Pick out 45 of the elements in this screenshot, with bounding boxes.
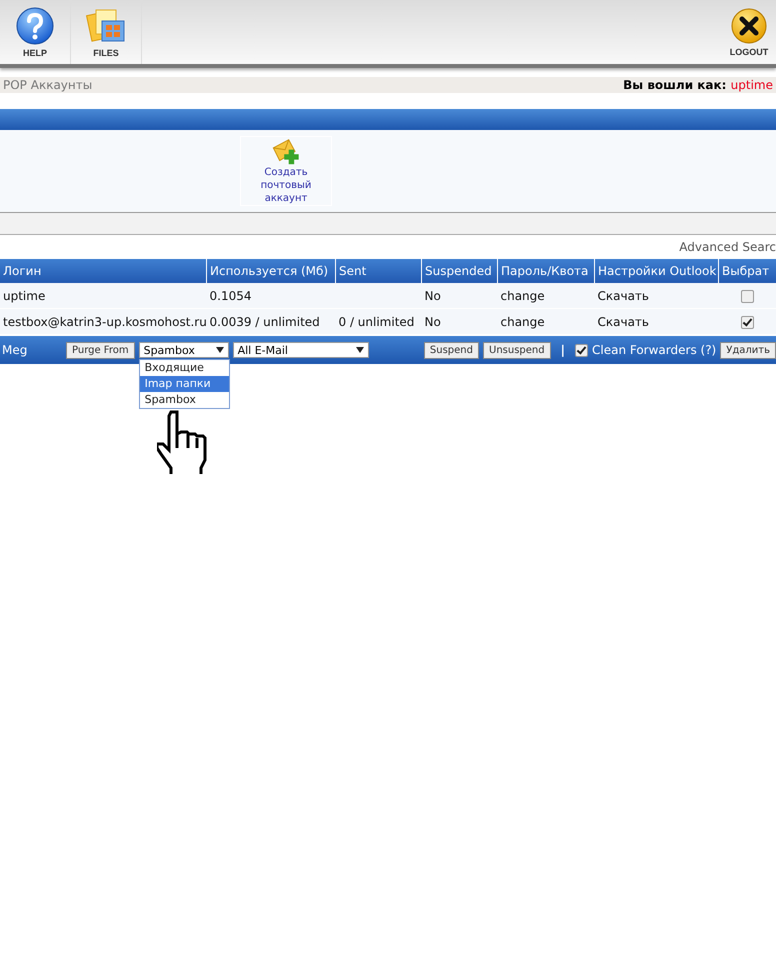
caret-icon: [356, 347, 364, 353]
column-header: Логин: [0, 259, 206, 283]
table-cell: 0.0039 / unlimited: [206, 308, 336, 334]
folder-icon: [86, 6, 126, 44]
delete-button[interactable]: Удалить: [720, 342, 776, 358]
dropdown-option[interactable]: Imap папки: [140, 376, 229, 392]
table-cell: 0 / unlimited: [336, 308, 422, 334]
table-cell: 0.1054: [206, 283, 336, 308]
logout-button[interactable]: LOGOUT: [726, 0, 772, 64]
close-icon: [731, 8, 767, 44]
folder-select[interactable]: Spambox: [138, 342, 229, 358]
column-header: Suspended: [422, 259, 498, 283]
clean-forwarders-checkbox[interactable]: [575, 344, 588, 356]
page-title: POP Аккаунты: [3, 78, 92, 92]
dropdown-option[interactable]: Входящие: [140, 360, 229, 376]
question-mark-icon: [16, 6, 54, 44]
column-header: Sent: [336, 259, 422, 283]
purge-button[interactable]: Purge From: [66, 342, 135, 358]
table-link[interactable]: change: [498, 283, 594, 308]
suspend-button[interactable]: Suspend: [424, 342, 479, 358]
advanced-search-link[interactable]: Advanced Searc: [679, 240, 776, 254]
footer-label: Meg: [2, 343, 28, 357]
table-cell: uptime: [0, 283, 206, 308]
separator-mark: |: [560, 343, 565, 357]
table-cell: No: [422, 283, 498, 308]
toolbar-button[interactable]: FILES: [71, 0, 142, 64]
column-header: Выбрат: [718, 259, 776, 283]
caret-icon: [216, 347, 224, 353]
unsuspend-button[interactable]: Unsuspend: [483, 342, 551, 358]
row-checkbox[interactable]: [740, 316, 754, 329]
create-account-button[interactable]: Создать почтовый аккаунт: [240, 136, 332, 206]
table-link[interactable]: change: [498, 308, 594, 334]
column-header: Пароль/Квота: [498, 259, 594, 283]
type-select[interactable]: All E-Mail: [232, 342, 369, 358]
column-header: Используется (Мб): [206, 259, 336, 283]
table-cell: No: [422, 308, 498, 334]
toolbar-button[interactable]: HELP: [0, 0, 71, 64]
table-link[interactable]: Скачать: [594, 308, 718, 334]
dropdown-option[interactable]: Spambox: [140, 392, 229, 408]
clean-forwarders-label: Clean Forwarders (?): [592, 343, 716, 357]
table-cell: testbox@katrin3-up.kosmohost.ru: [0, 308, 206, 334]
row-checkbox[interactable]: [740, 290, 754, 303]
column-header: Настройки Outlook: [594, 259, 718, 283]
login-info: Вы вошли как: uptime: [623, 78, 773, 92]
table-link[interactable]: Скачать: [594, 283, 718, 308]
